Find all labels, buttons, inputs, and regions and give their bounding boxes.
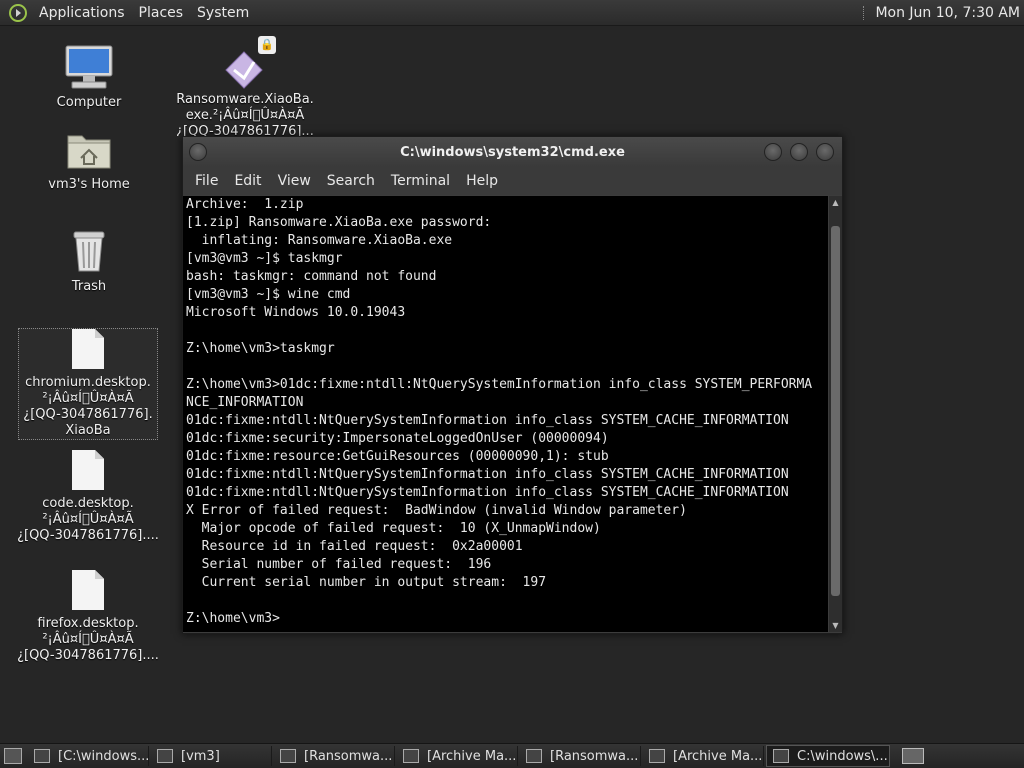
taskbar-item[interactable]: [Archive Ma... <box>643 746 764 766</box>
taskbar-item[interactable]: [C:\windows... <box>28 746 149 766</box>
gnome-foot-icon[interactable] <box>8 3 28 23</box>
top-panel: Applications Places System Mon Jun 10, 7… <box>0 0 1024 26</box>
taskbar-item-label: [C:\windows... <box>58 748 149 764</box>
scroll-down-arrow-icon[interactable]: ▼ <box>829 619 842 632</box>
terminal-output[interactable]: Archive: 1.zip [1.zip] Ransomware.XiaoBa.… <box>183 196 828 632</box>
terminal-line: Serial number of failed request: 196 <box>186 557 492 572</box>
terminal-line: Major opcode of failed request: 10 (X_Un… <box>186 521 601 536</box>
window-title: C:\windows\system32\cmd.exe <box>400 144 625 160</box>
desktop-icon-trash[interactable]: Trash <box>50 228 128 295</box>
show-desktop-icon[interactable] <box>4 748 22 764</box>
close-button[interactable] <box>816 143 834 161</box>
lock-icon: 🔒 <box>258 36 276 54</box>
trash-icon <box>73 231 105 272</box>
desktop-icon-label: chromium.desktop. ²¡Âû¤Í Û¤À¤Ã ¿[QQ-3047… <box>23 375 153 438</box>
computer-icon <box>65 45 113 89</box>
taskbar-item-label: [vm3] <box>181 748 220 764</box>
terminal-icon <box>773 749 789 763</box>
terminal-line: [vm3@vm3 ~]$ wine cmd <box>186 287 351 302</box>
menu-places[interactable]: Places <box>132 5 191 21</box>
menu-terminal[interactable]: Terminal <box>383 173 458 189</box>
desktop-icon-computer[interactable]: Computer <box>46 44 132 111</box>
desktop-icon-chromium-desktop[interactable]: chromium.desktop. ²¡Âû¤Í Û¤À¤Ã ¿[QQ-3047… <box>18 328 158 440</box>
terminal-line: 01dc:fixme:ntdll:NtQuerySystemInformatio… <box>186 467 789 482</box>
terminal-line: 01dc:fixme:ntdll:NtQuerySystemInformatio… <box>186 485 789 500</box>
desktop-icon-label: code.desktop. ²¡Âû¤Í Û¤À¤Ã ¿[QQ-30478617… <box>17 496 159 543</box>
desktop-icon-label: vm3's Home <box>48 177 130 192</box>
archive-icon <box>526 749 542 763</box>
archive-icon <box>649 749 665 763</box>
taskbar-item-label: [Ransomwa... <box>304 748 393 764</box>
menu-help[interactable]: Help <box>458 173 506 189</box>
maximize-button[interactable] <box>790 143 808 161</box>
home-folder-icon <box>67 135 111 169</box>
menu-search[interactable]: Search <box>319 173 383 189</box>
menu-system[interactable]: System <box>190 5 256 21</box>
terminal-line: inflating: Ransomware.XiaoBa.exe <box>186 233 453 248</box>
terminal-line: NCE_INFORMATION <box>186 395 304 410</box>
desktop-icon-code-desktop[interactable]: code.desktop. ²¡Âû¤Í Û¤À¤Ã ¿[QQ-30478617… <box>14 450 162 544</box>
menu-applications[interactable]: Applications <box>32 5 132 21</box>
archive-icon <box>280 749 296 763</box>
terminal-line: Z:\home\vm3> <box>186 611 280 626</box>
taskbar-item-active[interactable]: C:\windows\... <box>766 745 890 767</box>
menu-file[interactable]: File <box>187 173 226 189</box>
document-icon <box>72 450 104 490</box>
window-menu-button[interactable] <box>189 143 207 161</box>
clock[interactable]: Mon Jun 10, 7:30 AM <box>875 5 1020 21</box>
terminal-icon <box>34 749 50 763</box>
desktop-icon-label: Computer <box>56 95 122 110</box>
window-titlebar[interactable]: C:\windows\system32\cmd.exe <box>183 137 842 167</box>
minimize-button[interactable] <box>764 143 782 161</box>
desktop-icon-ransomware-exe[interactable]: 🔒 Ransomware.XiaoBa. exe.²¡Âû¤Í Û¤À¤Ã ¿[… <box>174 36 316 136</box>
desktop-icon-label: Ransomware.XiaoBa. exe.²¡Âû¤Í Û¤À¤Ã ¿[QQ… <box>176 92 314 136</box>
menu-edit[interactable]: Edit <box>226 173 269 189</box>
workspace-switcher[interactable] <box>902 748 924 764</box>
document-icon <box>72 570 104 610</box>
taskbar-item-label: [Ransomwa... <box>550 748 639 764</box>
taskbar-item[interactable]: [Ransomwa... <box>274 746 395 766</box>
folder-icon <box>157 749 173 763</box>
menu-view[interactable]: View <box>270 173 319 189</box>
terminal-line: Current serial number in output stream: … <box>186 575 547 590</box>
terminal-line: Resource id in failed request: 0x2a00001 <box>186 539 523 554</box>
terminal-line: bash: taskmgr: command not found <box>186 269 437 284</box>
scrollbar-thumb[interactable] <box>831 226 840 596</box>
terminal-line: Z:\home\vm3>taskmgr <box>186 341 335 356</box>
taskbar-item[interactable]: [Ransomwa... <box>520 746 641 766</box>
taskbar-item-label: C:\windows\... <box>797 748 888 764</box>
taskbar-item-label: [Archive Ma... <box>673 748 763 764</box>
desktop-icon-home[interactable]: vm3's Home <box>40 128 138 193</box>
terminal-line: X Error of failed request: BadWindow (in… <box>186 503 687 518</box>
scroll-up-arrow-icon[interactable]: ▲ <box>829 196 842 209</box>
terminal-line: 01dc:fixme:security:ImpersonateLoggedOnU… <box>186 431 609 446</box>
archive-icon <box>403 749 419 763</box>
terminal-line: 01dc:fixme:ntdll:NtQuerySystemInformatio… <box>186 413 789 428</box>
terminal-scrollbar[interactable]: ▲ ▼ <box>829 196 842 632</box>
terminal-menubar: File Edit View Search Terminal Help <box>183 167 842 195</box>
terminal-line: [vm3@vm3 ~]$ taskmgr <box>186 251 343 266</box>
terminal-line: Microsoft Windows 10.0.19043 <box>186 305 406 320</box>
terminal-line: Archive: 1.zip <box>186 197 304 212</box>
taskbar-item[interactable]: [vm3] <box>151 746 272 766</box>
bottom-taskbar: [C:\windows... [vm3] [Ransomwa... [Archi… <box>0 743 1024 768</box>
document-icon <box>72 329 104 369</box>
desktop-icon-firefox-desktop[interactable]: firefox.desktop. ²¡Âû¤Í Û¤À¤Ã ¿[QQ-30478… <box>14 570 162 664</box>
terminal-window[interactable]: C:\windows\system32\cmd.exe File Edit Vi… <box>182 136 843 634</box>
taskbar-item-label: [Archive Ma... <box>427 748 517 764</box>
executable-icon <box>225 51 263 89</box>
desktop-icon-label: firefox.desktop. ²¡Âû¤Í Û¤À¤Ã ¿[QQ-30478… <box>17 616 159 663</box>
desktop-icon-label: Trash <box>71 279 107 294</box>
terminal-line: 01dc:fixme:resource:GetGuiResources (000… <box>186 449 609 464</box>
taskbar-item[interactable]: [Archive Ma... <box>397 746 518 766</box>
panel-grip <box>863 5 867 20</box>
terminal-line: [1.zip] Ransomware.XiaoBa.exe password: <box>186 215 492 230</box>
terminal-line: Z:\home\vm3>01dc:fixme:ntdll:NtQuerySyst… <box>186 377 813 392</box>
